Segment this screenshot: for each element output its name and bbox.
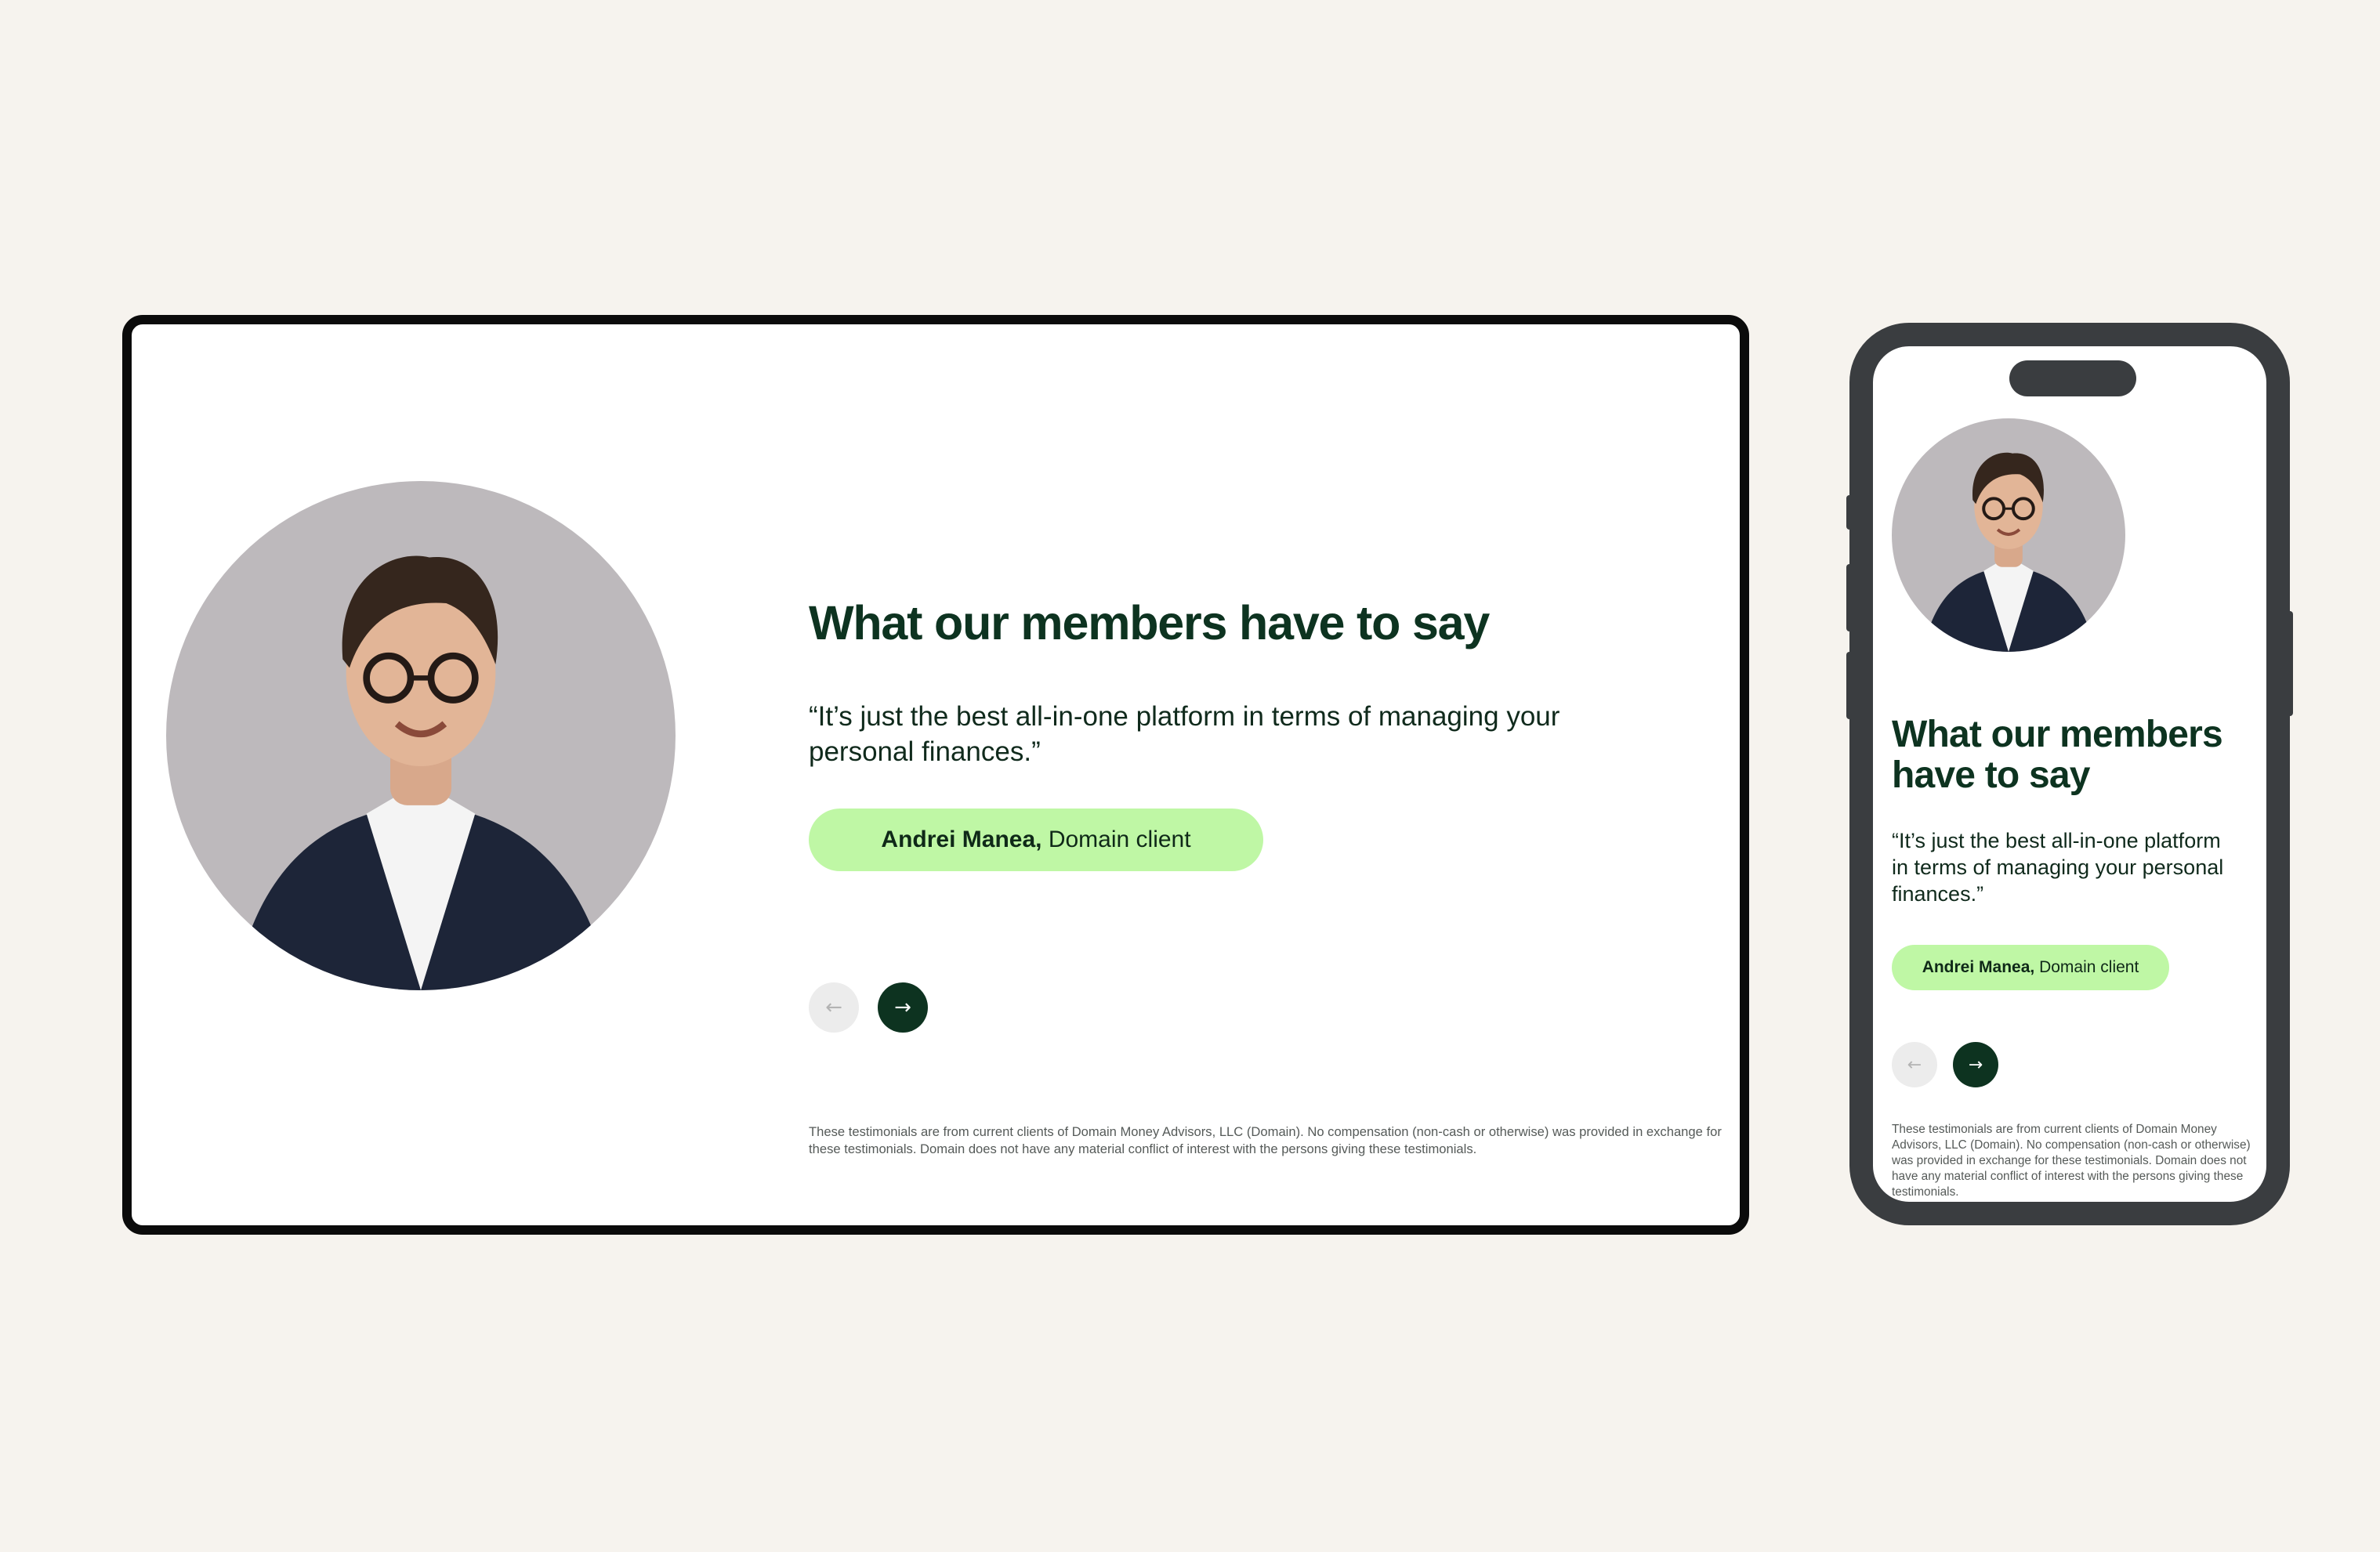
arrow-right-icon: → <box>894 996 911 1019</box>
desktop-frame: What our members have to say “It’s just … <box>122 315 1749 1235</box>
prev-testimonial-button[interactable]: ← <box>1892 1042 1937 1087</box>
phone-notch <box>2009 360 2136 396</box>
testimonial-disclaimer: These testimonials are from current clie… <box>1892 1123 2251 1199</box>
client-attribution-pill: Andrei Manea, Domain client <box>809 809 1263 871</box>
testimonial-disclaimer: These testimonials are from current clie… <box>809 1124 1722 1156</box>
section-heading: What our members have to say <box>1892 714 2223 796</box>
arrow-left-icon: ← <box>1907 1055 1922 1075</box>
next-testimonial-button[interactable]: → <box>878 982 928 1033</box>
prev-testimonial-button[interactable]: ← <box>809 982 859 1033</box>
arrow-right-icon: → <box>1968 1055 1983 1075</box>
client-name: Andrei Manea, <box>1922 958 2035 976</box>
next-testimonial-button[interactable]: → <box>1953 1042 1998 1087</box>
client-role: Domain client <box>2039 958 2139 976</box>
client-portrait <box>166 481 676 990</box>
client-attribution-pill: Andrei Manea, Domain client <box>1892 945 2169 990</box>
client-portrait <box>1892 418 2125 652</box>
arrow-left-icon: ← <box>825 996 842 1019</box>
testimonial-quote: “It’s just the best all-in-one platform … <box>809 701 1560 767</box>
client-role: Domain client <box>1048 827 1191 852</box>
section-heading: What our members have to say <box>809 596 1490 649</box>
mobile-frame: What our members have to say “It’s just … <box>1849 323 2290 1225</box>
testimonial-quote: “It’s just the best all-in-one platform … <box>1892 829 2224 906</box>
client-name: Andrei Manea, <box>881 827 1042 852</box>
